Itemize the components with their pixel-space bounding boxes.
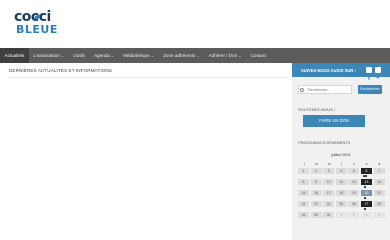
events-title: PROCHAINS ÉVÈNEMENTS <box>298 140 351 145</box>
event-dots-row <box>298 174 388 179</box>
nav-item[interactable]: Zone adhérents⌄ <box>159 48 205 63</box>
chevron-down-icon: ⌄ <box>150 53 155 58</box>
nav-item-label: Contact <box>250 53 267 58</box>
nav-item[interactable]: Contact <box>246 48 271 63</box>
nav-item[interactable]: Outils <box>69 48 90 63</box>
nav-item-label: Adhérer / Don <box>208 53 238 58</box>
main-navigation: Actualités L'association⌄ Outils Agenda⌄ Méd… <box>0 48 390 63</box>
nav-item[interactable]: Adhérer / Don⌄ <box>204 48 246 63</box>
chevron-down-icon: ⌄ <box>238 53 242 58</box>
sidebar: SUIVEZ-NOUS AUSSI SUR : Rechercher SOUTE… <box>292 63 390 240</box>
nav-item[interactable]: Actualités <box>0 48 29 63</box>
follow-us-label: SUIVEZ-NOUS AUSSI SUR : <box>301 68 356 73</box>
nav-item-label: Agenda <box>93 53 110 58</box>
nav-item[interactable]: Agenda⌄ <box>89 48 118 63</box>
event-dots-row <box>298 207 388 212</box>
weekday-label: v <box>353 162 356 166</box>
event-dots-row <box>298 218 388 223</box>
chevron-down-icon: ⌄ <box>60 53 65 58</box>
search-icon <box>300 88 304 92</box>
event-dot <box>364 197 366 199</box>
weekday-label: m <box>327 162 331 166</box>
chevron-down-icon: ⌄ <box>196 53 200 58</box>
weekday-label: d <box>378 162 381 166</box>
calendar-weekday-row: lmmjvsd <box>298 162 388 166</box>
calendar-month: juillet 2024 <box>331 152 351 157</box>
logo-text-bleue: BLEUE <box>16 23 58 36</box>
nav-item-label: Actualités <box>4 53 25 58</box>
nav-item-label: Outils <box>73 53 85 58</box>
donate-button[interactable]: FAIRE UN DON <box>303 115 365 127</box>
chevron-down-icon: ⌄ <box>110 53 115 58</box>
events-calendar: l m m j v s d 1 2 3 4 5 6 7 8 9 10 11 12 13 14 15 16 17 18 19 20 21… <box>298 162 388 223</box>
nav-item-label: Zone adhérents <box>163 53 196 58</box>
bird-icon <box>33 13 42 20</box>
weekday-label: s <box>365 162 368 166</box>
weekday-label: m <box>315 162 319 166</box>
event-dot <box>365 175 367 177</box>
support-title: SOUTENEZ-NOUS ! <box>298 107 335 112</box>
search-button[interactable]: Rechercher <box>358 85 382 94</box>
page-title: DERNIÈRES ACTUALITÉS ET INFORMATIONS <box>9 68 112 73</box>
nav-item[interactable]: Médiathèque⌄ <box>119 48 159 63</box>
search-input[interactable] <box>298 85 352 94</box>
weekday-label: j <box>341 162 343 166</box>
event-dots-row <box>298 196 388 201</box>
nav-item-label: L'association <box>33 53 60 58</box>
event-dots-row <box>298 185 388 190</box>
event-dot <box>364 186 366 188</box>
nav-item[interactable]: L'association⌄ <box>29 48 69 63</box>
nav-item-label: Médiathèque <box>123 53 150 58</box>
title-divider <box>9 77 287 78</box>
event-dot <box>364 208 366 210</box>
site-logo[interactable]: cocci BLEUE <box>14 10 62 40</box>
weekday-label: l <box>303 162 305 166</box>
twitter-icon[interactable] <box>375 67 381 79</box>
follow-us-bar: SUIVEZ-NOUS AUSSI SUR : <box>292 63 390 80</box>
site-header: cocci BLEUE <box>0 0 390 48</box>
facebook-icon[interactable] <box>366 67 372 80</box>
